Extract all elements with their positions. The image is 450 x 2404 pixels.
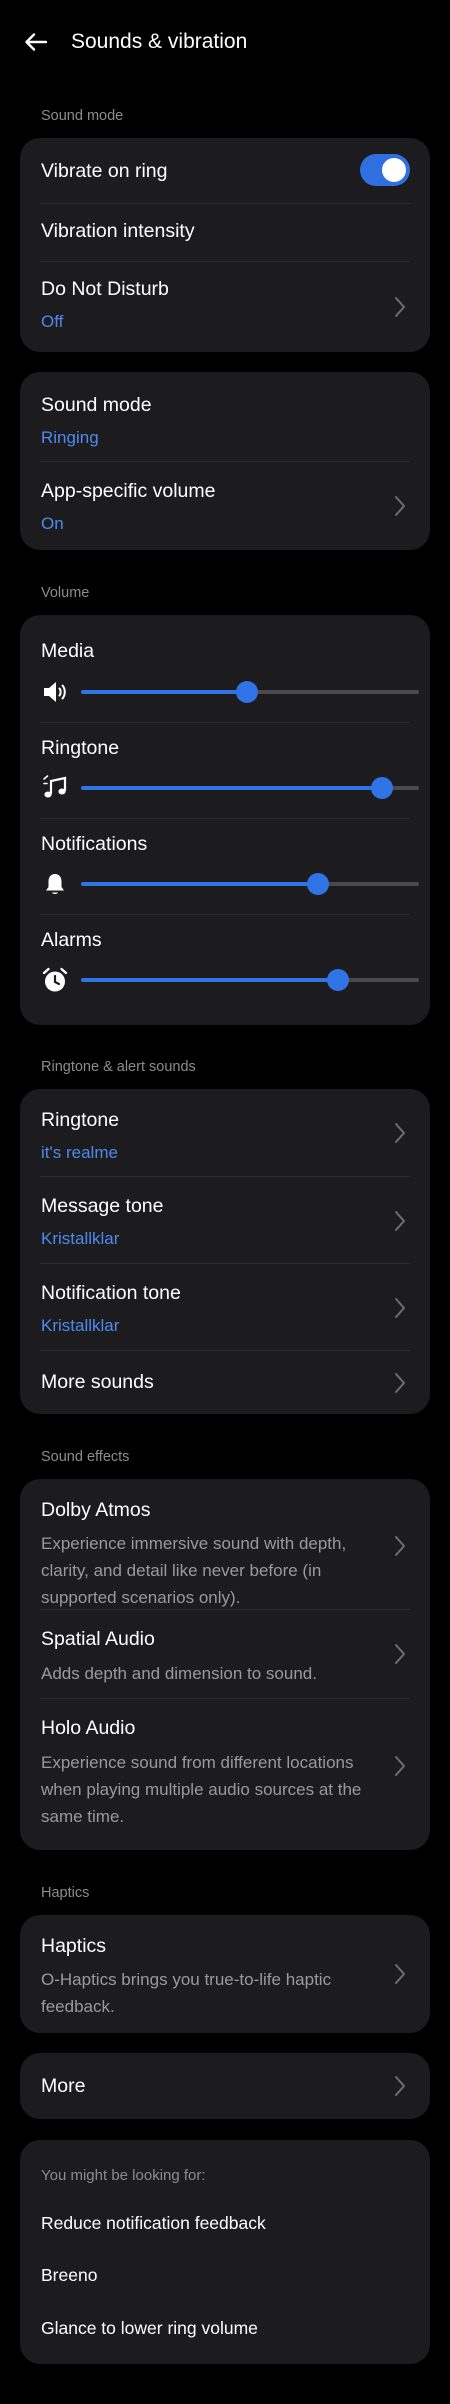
ringtone-label: Ringtone: [41, 1109, 120, 1131]
suggestion-link[interactable]: Breeno: [41, 2265, 97, 2286]
vibration-intensity-label: Vibration intensity: [41, 220, 195, 242]
more-sounds-label: More sounds: [41, 1371, 154, 1393]
haptics-card: Haptics O-Haptics brings you true-to-lif…: [20, 1915, 430, 2033]
vibrate-on-ring-label: Vibrate on ring: [41, 160, 168, 182]
notification-tone-value: Kristallklar: [41, 1316, 120, 1335]
slider-fill: [81, 882, 318, 886]
slider-fill: [81, 690, 247, 694]
ringtone-row[interactable]: Ringtone it's realme: [20, 1089, 430, 1177]
ringtone-card: Ringtone it's realme Message tone Krista…: [20, 1089, 430, 1414]
chevron-right-icon: [395, 297, 405, 317]
volume-row-media: Media: [20, 615, 430, 723]
message-tone-value: Kristallklar: [41, 1229, 120, 1248]
page-title: Sounds & vibration: [71, 30, 248, 53]
vibration-intensity-row[interactable]: Vibration intensity: [20, 204, 430, 262]
sound-mode-value: Ringing: [41, 428, 99, 447]
notifications-volume-label: Notifications: [41, 833, 148, 855]
suggestion-link[interactable]: Glance to lower ring volume: [41, 2318, 258, 2339]
slider-fill: [81, 978, 338, 982]
chevron-right-icon: [395, 1123, 405, 1143]
haptics-label: Haptics: [41, 1935, 107, 1957]
sound-mode-card: Vibrate on ring Vibration intensity Do N…: [20, 138, 430, 352]
sound-mode-label: Sound mode: [41, 394, 152, 416]
chevron-right-icon: [395, 1536, 405, 1556]
mode-card: Sound mode Ringing App-specific volume O…: [20, 372, 430, 550]
haptics-row[interactable]: Haptics O-Haptics brings you true-to-lif…: [20, 1915, 430, 2033]
suggestions-label: You might be looking for:: [41, 2167, 206, 2184]
back-button[interactable]: [20, 26, 52, 58]
alarm-clock-icon: [42, 967, 68, 992]
speaker-icon: [44, 682, 66, 702]
app-specific-volume-label: App-specific volume: [41, 480, 216, 502]
do-not-disturb-value: Off: [41, 312, 64, 331]
ringtone-volume-slider[interactable]: [81, 776, 419, 800]
toggle-knob: [382, 158, 406, 182]
dolby-atmos-row[interactable]: Dolby Atmos Experience immersive sound w…: [20, 1479, 430, 1610]
ringtone-value: it's realme: [41, 1143, 118, 1162]
holo-audio-description: Experience sound from different location…: [41, 1753, 362, 1826]
app-specific-volume-value: On: [41, 514, 64, 533]
ringtone-volume-label: Ringtone: [41, 737, 120, 759]
spatial-audio-label: Spatial Audio: [41, 1628, 155, 1650]
more-card: More: [20, 2053, 430, 2119]
media-volume-slider[interactable]: [81, 680, 419, 704]
sound-effects-card: Dolby Atmos Experience immersive sound w…: [20, 1479, 430, 1850]
header: Sounds & vibration: [0, 0, 450, 86]
do-not-disturb-row[interactable]: Do Not Disturb Off: [20, 262, 430, 352]
holo-audio-row[interactable]: Holo Audio Experience sound from differe…: [20, 1699, 430, 1850]
slider-thumb[interactable]: [235, 681, 258, 703]
do-not-disturb-label: Do Not Disturb: [41, 278, 169, 300]
slider-thumb[interactable]: [370, 777, 393, 799]
message-tone-row[interactable]: Message tone Kristallklar: [20, 1177, 430, 1264]
back-arrow-icon: [25, 33, 48, 51]
holo-audio-label: Holo Audio: [41, 1717, 136, 1739]
more-row[interactable]: More: [20, 2053, 430, 2119]
spatial-audio-description: Adds depth and dimension to sound.: [41, 1664, 317, 1683]
app-specific-volume-row[interactable]: App-specific volume On: [20, 462, 430, 550]
slider-thumb[interactable]: [326, 969, 349, 991]
volume-row-notifications: Notifications: [20, 819, 430, 915]
chevron-right-icon: [395, 1756, 405, 1776]
message-tone-label: Message tone: [41, 1195, 164, 1217]
bell-icon: [46, 874, 64, 894]
chevron-right-icon: [395, 2076, 405, 2096]
suggestions-card: You might be looking for: Reduce notific…: [20, 2140, 430, 2364]
section-label-haptics: Haptics: [41, 1885, 90, 1901]
section-label-volume: Volume: [41, 585, 90, 601]
sound-mode-row[interactable]: Sound mode Ringing: [20, 372, 430, 462]
section-label-ringtone-alert: Ringtone & alert sounds: [41, 1059, 196, 1075]
chevron-right-icon: [395, 496, 405, 516]
chevron-right-icon: [395, 1211, 405, 1231]
chevron-right-icon: [395, 1298, 405, 1318]
chevron-right-icon: [395, 1644, 405, 1664]
notification-tone-row[interactable]: Notification tone Kristallklar: [20, 1264, 430, 1351]
notifications-volume-slider[interactable]: [81, 872, 419, 896]
dolby-atmos-label: Dolby Atmos: [41, 1499, 151, 1521]
vibrate-on-ring-toggle[interactable]: [360, 154, 410, 186]
slider-fill: [81, 786, 382, 790]
more-label: More: [41, 2075, 86, 2097]
notification-tone-label: Notification tone: [41, 1282, 181, 1304]
section-label-sound-effects: Sound effects: [41, 1449, 130, 1465]
volume-row-ringtone: Ringtone: [20, 723, 430, 819]
suggestion-link[interactable]: Reduce notification feedback: [41, 2213, 266, 2234]
volume-row-alarms: Alarms: [20, 915, 430, 1025]
alarms-volume-slider[interactable]: [81, 968, 419, 992]
chevron-right-icon: [395, 1373, 405, 1393]
sounds-vibration-page: Sounds & vibration Sound mode Vibrate on…: [0, 0, 450, 2404]
volume-card: Media Ringtone Notifications Alarms: [20, 615, 430, 1025]
haptics-description: O-Haptics brings you true-to-life haptic…: [41, 1970, 332, 2016]
alarms-volume-label: Alarms: [41, 929, 102, 951]
spatial-audio-row[interactable]: Spatial Audio Adds depth and dimension t…: [20, 1610, 430, 1699]
more-sounds-row[interactable]: More sounds: [20, 1351, 430, 1414]
media-volume-label: Media: [41, 640, 95, 662]
slider-thumb[interactable]: [306, 873, 329, 895]
chevron-right-icon: [395, 1964, 405, 1984]
dolby-atmos-description: Experience immersive sound with depth, c…: [41, 1534, 347, 1607]
music-note-icon: [43, 775, 67, 798]
vibrate-on-ring-row[interactable]: Vibrate on ring: [20, 138, 430, 204]
section-label-sound-mode: Sound mode: [41, 108, 124, 124]
